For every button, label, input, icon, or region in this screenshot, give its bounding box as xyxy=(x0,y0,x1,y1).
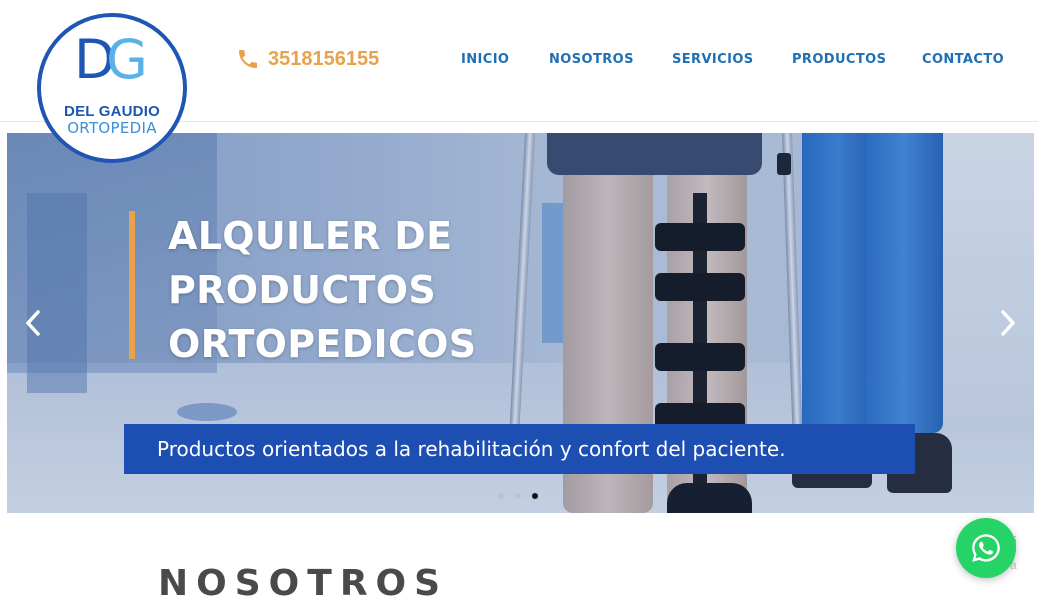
title-accent-bar xyxy=(129,211,135,359)
chevron-left-icon xyxy=(25,310,40,336)
logo-subtitle: ORTOPEDIA xyxy=(67,119,157,137)
slide-caption-text: Productos orientados a la rehabilitación… xyxy=(157,437,786,461)
slider-dot[interactable] xyxy=(515,493,521,499)
nav-inicio[interactable]: INICIO xyxy=(461,52,509,67)
logo-letter-g: G xyxy=(106,28,148,91)
nav-productos[interactable]: PRODUCTOS xyxy=(792,52,886,67)
slide-title: ALQUILER DE PRODUCTOS ORTOPEDICOS xyxy=(168,209,528,371)
nav-contacto[interactable]: CONTACTO xyxy=(922,52,1004,67)
whatsapp-button[interactable] xyxy=(956,518,1016,578)
slider-pagination xyxy=(498,493,538,499)
phone-number[interactable]: 3518156155 xyxy=(268,48,379,71)
phone-contact[interactable]: 3518156155 xyxy=(236,47,379,71)
slider-dot[interactable] xyxy=(498,493,504,499)
hero-slider[interactable]: ALQUILER DE PRODUCTOS ORTOPEDICOS Produc… xyxy=(7,133,1034,513)
slide-title-line: ORTOPEDICOS xyxy=(168,322,477,366)
chevron-right-icon xyxy=(1001,310,1016,336)
slider-next-button[interactable] xyxy=(998,309,1018,337)
slider-prev-button[interactable] xyxy=(23,309,43,337)
whatsapp-icon xyxy=(972,534,1000,562)
nav-nosotros[interactable]: NOSOTROS xyxy=(549,52,634,67)
slide-caption: Productos orientados a la rehabilitación… xyxy=(124,424,915,474)
brand-logo[interactable]: D G DEL GAUDIO ORTOPEDIA xyxy=(37,13,187,163)
slide-title-line: PRODUCTOS xyxy=(168,268,436,312)
phone-icon xyxy=(239,50,257,68)
slide-title-line: ALQUILER DE xyxy=(168,214,453,258)
slider-dot-active[interactable] xyxy=(532,493,538,499)
nav-servicios[interactable]: SERVICIOS xyxy=(672,52,754,67)
section-title: NOSOTROS xyxy=(158,563,449,604)
logo-name: DEL GAUDIO xyxy=(64,103,160,120)
logo-monogram: D G xyxy=(62,33,162,97)
